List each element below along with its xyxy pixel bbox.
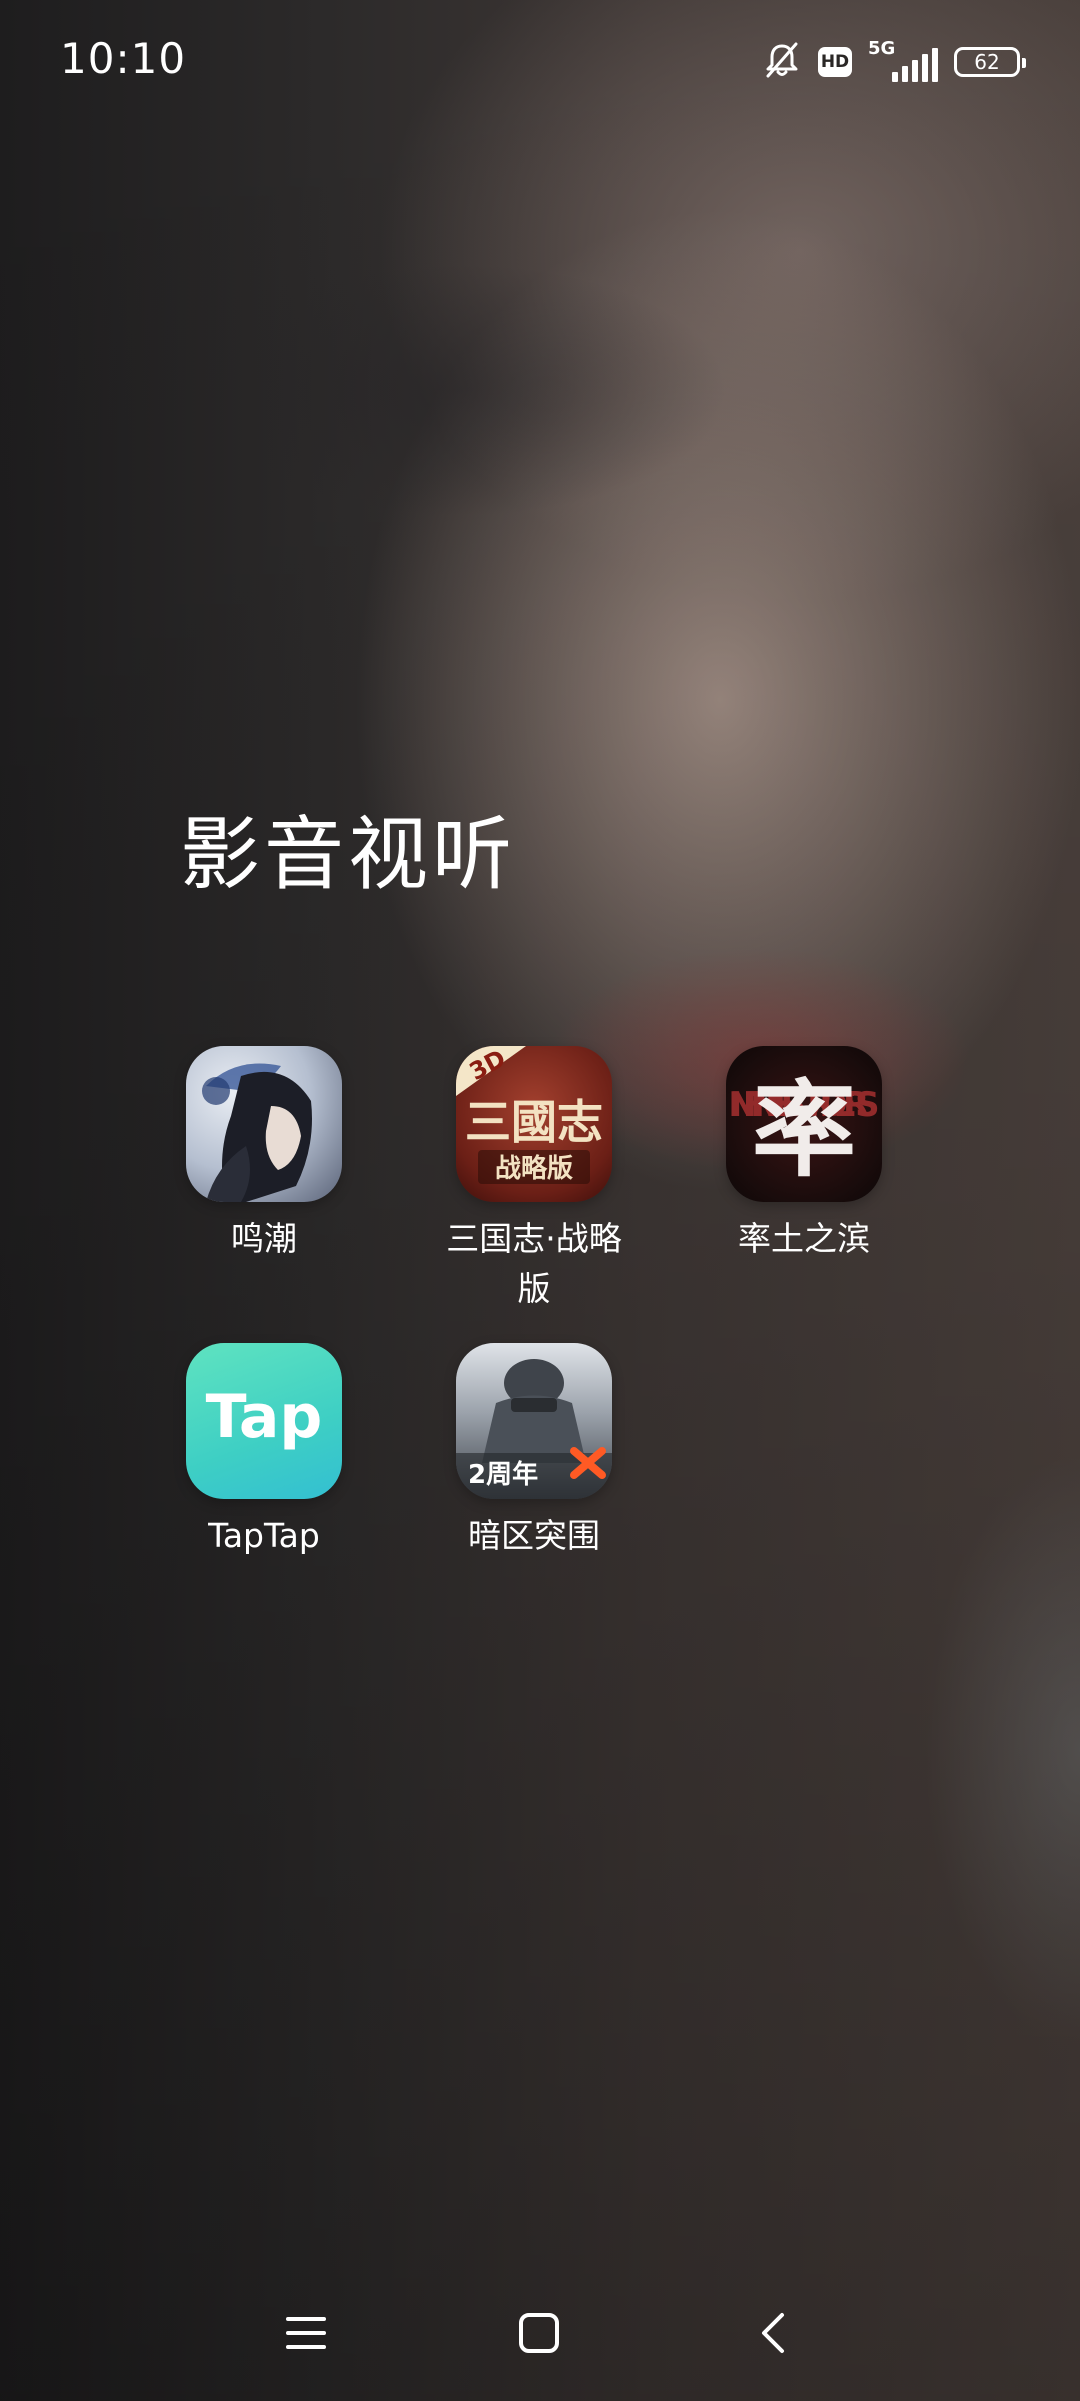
status-time: 10:10 <box>60 34 187 83</box>
app-sanguozhi-strategy[interactable]: 3D 三國志 战略版 三国志·战略 版 <box>414 1046 654 1314</box>
wuthering-waves-app-icon[interactable] <box>186 1046 342 1202</box>
app-label: 率土之滨 <box>738 1219 870 1258</box>
app-label: 暗区突围 <box>468 1516 600 1555</box>
infinite-borders-app-icon[interactable]: INFINITE BORDERS 率 <box>726 1046 882 1202</box>
menu-button[interactable] <box>261 2290 351 2380</box>
app-taptap[interactable]: Tap TapTap <box>144 1343 384 1561</box>
signal-icon: 5G <box>868 38 938 82</box>
back-icon <box>752 2311 796 2359</box>
hd-icon: HD <box>818 47 852 77</box>
app-arena-breakout[interactable]: 2周年 暗区突围 <box>414 1343 654 1561</box>
app-label: TapTap <box>208 1516 320 1555</box>
home-icon <box>517 2311 561 2359</box>
back-button[interactable] <box>729 2290 819 2380</box>
status-icons: HD 5G 62 <box>762 38 1026 84</box>
bell-muted-icon <box>762 40 802 84</box>
folder-title[interactable]: 影音视听 <box>180 790 516 906</box>
menu-icon <box>284 2311 328 2359</box>
icon-subtitle-text: 战略版 <box>495 1153 573 1184</box>
icon-title-text: Tap <box>206 1382 323 1452</box>
taptap-app-icon[interactable]: Tap <box>186 1343 342 1499</box>
app-wuthering-waves[interactable]: 鸣潮 <box>144 1046 384 1264</box>
icon-title-text: 三國志 <box>465 1095 603 1149</box>
sanguozhi-strategy-app-icon[interactable]: 3D 三國志 战略版 <box>456 1046 612 1202</box>
navigation-bar <box>0 2290 1080 2380</box>
battery-icon: 62 <box>954 47 1026 77</box>
app-label: 三国志·战略 版 <box>446 1219 622 1308</box>
app-infinite-borders[interactable]: INFINITE BORDERS 率 率土之滨 <box>684 1046 924 1264</box>
home-button[interactable] <box>494 2290 584 2380</box>
battery-level: 62 <box>974 50 1000 74</box>
icon-title-text: 率 <box>752 1068 856 1191</box>
arena-breakout-app-icon[interactable]: 2周年 <box>456 1343 612 1499</box>
app-label: 鸣潮 <box>231 1219 297 1258</box>
icon-title-text: 2周年 <box>468 1459 538 1490</box>
status-bar: 10:10 HD 5G 62 <box>0 0 1080 120</box>
